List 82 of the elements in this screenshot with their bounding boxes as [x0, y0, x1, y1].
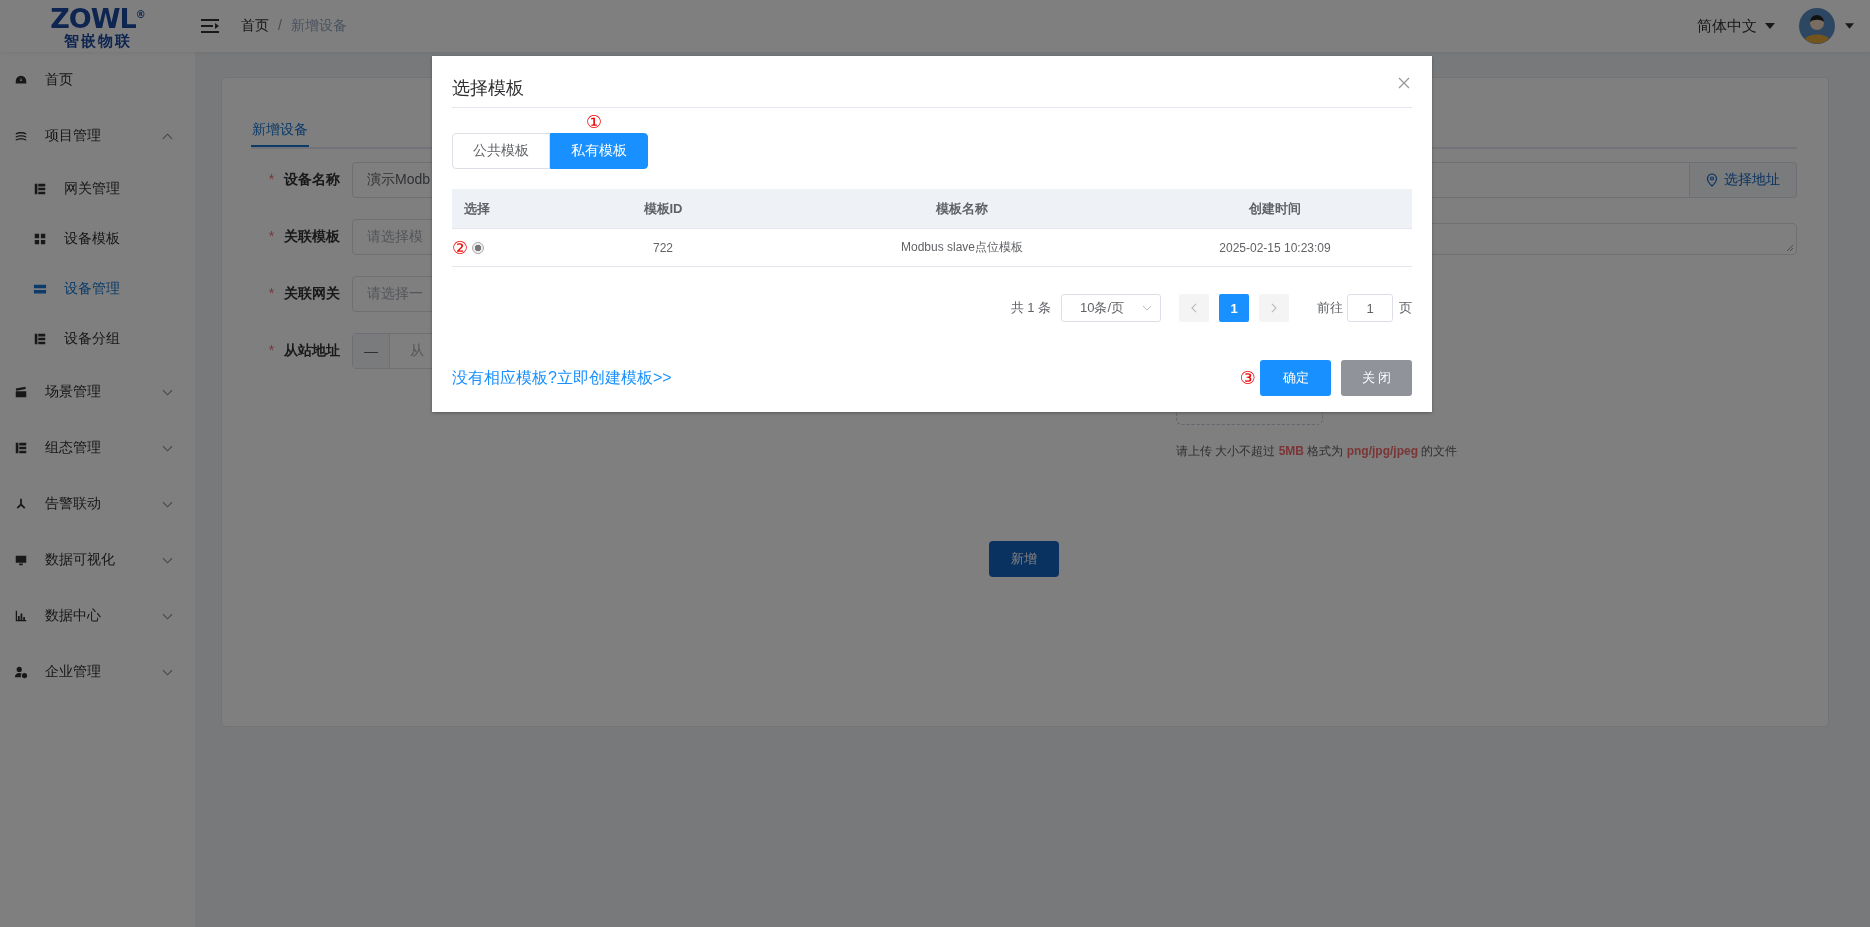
network-icon [14, 497, 28, 511]
chevron-down-icon [162, 444, 173, 452]
step-marker: ① [586, 113, 603, 131]
required-mark: * [268, 342, 275, 358]
field-label: 关联网关 [284, 285, 340, 301]
required-mark: * [268, 171, 275, 187]
logo-subtitle: 智嵌物联 [63, 32, 132, 48]
goto-label: 前往 [1317, 299, 1343, 317]
total-count: 共 1 条 [1010, 299, 1051, 317]
add-button[interactable]: 新增 [989, 541, 1059, 577]
step-marker: ③ [1239, 369, 1256, 387]
field-label: 从站地址 [284, 342, 340, 358]
radio-button[interactable] [472, 241, 485, 254]
bar-chart-icon [14, 609, 28, 623]
column-header: 模板ID [642, 199, 684, 218]
chevron-down-icon [162, 668, 173, 676]
caret-icon [1765, 23, 1775, 29]
close-button[interactable]: 关 闭 [1341, 360, 1412, 396]
step-marker: ② [452, 238, 469, 257]
location-pin-icon [1706, 173, 1718, 187]
required-mark: * [268, 285, 275, 301]
server-icon [33, 282, 47, 296]
logo-wordmark: ZOWL$^{®}$ [50, 4, 145, 32]
column-header: 创建时间 [1248, 199, 1302, 218]
sidebar-item[interactable]: 场景管理 [0, 364, 195, 420]
required-mark: * [268, 228, 275, 244]
list-icon [33, 182, 47, 196]
column-header: 选择 [463, 199, 491, 218]
page-suffix: 页 [1399, 299, 1412, 317]
confirm-button[interactable]: 确定 [1260, 360, 1331, 396]
sidebar-item[interactable]: 设备分组 [0, 314, 195, 364]
list-icon [33, 332, 47, 346]
chevron-up-icon [162, 132, 173, 140]
grid-icon [33, 232, 47, 246]
chevron-down-icon [162, 500, 173, 508]
field-label: 关联模板 [284, 228, 340, 244]
chevron-down-icon [162, 556, 173, 564]
avatar[interactable] [1799, 8, 1835, 44]
sidebar-item[interactable]: 组态管理 [0, 420, 195, 476]
page-number[interactable]: 1 [1219, 294, 1249, 322]
sidebar-item[interactable]: 网关管理 [0, 164, 195, 214]
select-address-button[interactable]: 选择地址 [1690, 162, 1797, 198]
template-tab[interactable]: 私有模板 [550, 133, 648, 169]
sidebar-item[interactable]: 数据中心 [0, 588, 195, 644]
table-cell-text: 722 [652, 240, 674, 255]
page-size-select[interactable]: 10条/页 [1061, 294, 1161, 322]
sidebar-item[interactable]: 设备模板 [0, 214, 195, 264]
chevron-down-icon [162, 388, 173, 396]
template-tab[interactable]: 公共模板 [452, 133, 550, 169]
table-cell-text: 2025-02-15 10:23:09 [1218, 240, 1332, 255]
field-label: 设备名称 [284, 171, 340, 187]
menu-icon[interactable] [201, 19, 219, 33]
chevron-down-icon [1142, 305, 1152, 311]
chevron-left-icon [1191, 303, 1197, 313]
sidebar-item[interactable]: 设备管理 [0, 264, 195, 314]
caret-icon[interactable] [1845, 23, 1854, 29]
layers-icon [14, 129, 28, 143]
decrement-button[interactable]: — [353, 334, 390, 368]
user-icon [14, 665, 28, 679]
sidebar-item[interactable]: 企业管理 [0, 644, 195, 700]
list-icon [14, 441, 28, 455]
upload-hint: 请上传 大小不超过 5MB 格式为 png/jpg/jpeg 的文件 [1176, 443, 1459, 460]
create-template-link[interactable]: 没有相应模板?立即创建模板>> [452, 367, 672, 389]
resize-grip-icon [1786, 244, 1794, 252]
column-header: 模板名称 [934, 199, 989, 218]
breadcrumb-item[interactable]: 首页 [241, 17, 269, 35]
sidebar-item[interactable]: 告警联动 [0, 476, 195, 532]
chevron-down-icon [162, 612, 173, 620]
chevron-right-icon [1271, 303, 1277, 313]
sidebar-item[interactable]: 项目管理 [0, 108, 195, 164]
close-icon[interactable] [1398, 77, 1410, 89]
monitor-icon [14, 553, 28, 567]
clapperboard-icon [14, 385, 28, 399]
language-menu[interactable]: 简体中文 [1697, 16, 1775, 36]
page-tab[interactable]: 新增设备 [251, 113, 309, 147]
breadcrumb-separator: / [278, 17, 282, 35]
page-input[interactable]: 1 [1347, 294, 1393, 322]
table-cell-text: Modbus slave点位模板 [899, 239, 1024, 256]
dashboard-icon [14, 73, 28, 87]
sidebar-item[interactable]: 数据可视化 [0, 532, 195, 588]
dialog-title: 选择模板 [452, 76, 524, 100]
sidebar-item[interactable]: 首页 [0, 52, 195, 108]
